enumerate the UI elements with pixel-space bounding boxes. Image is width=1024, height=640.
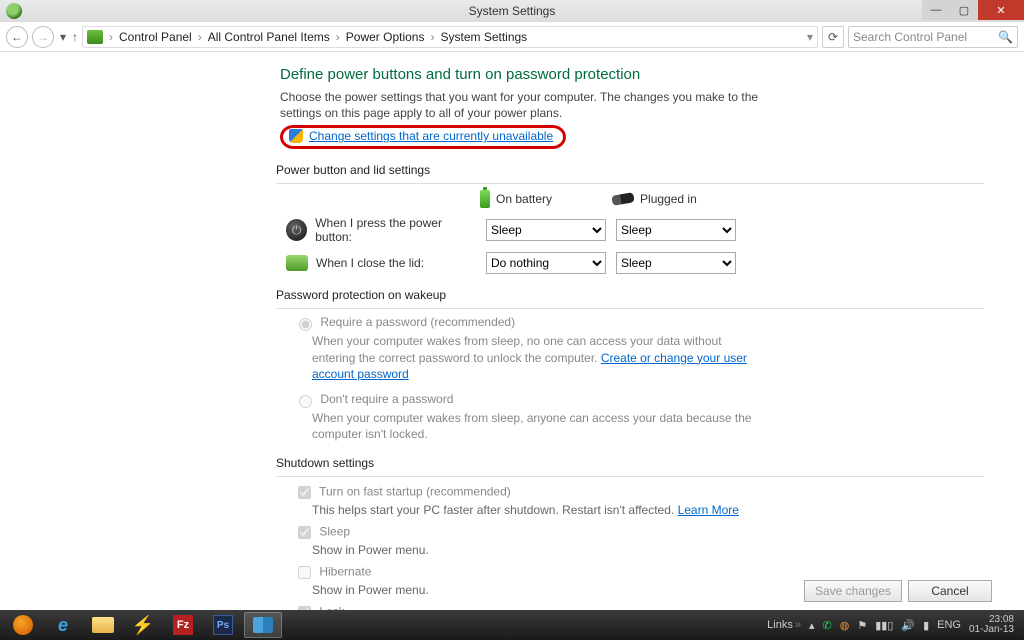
page-description: Choose the power settings that you want … bbox=[280, 89, 760, 121]
app-icon bbox=[6, 3, 22, 19]
search-placeholder: Search Control Panel bbox=[853, 30, 967, 44]
chevron-right-icon: › bbox=[107, 30, 115, 44]
close-lid-battery-select[interactable]: Do nothing bbox=[486, 252, 606, 274]
section-heading-shutdown: Shutdown settings bbox=[276, 456, 984, 470]
power-button-plugged-select[interactable]: Sleep bbox=[616, 219, 736, 241]
learn-more-link[interactable]: Learn More bbox=[678, 503, 739, 517]
history-dropdown-icon[interactable]: ▾ bbox=[58, 30, 68, 44]
radio-label: Don't require a password bbox=[320, 392, 453, 406]
checkbox-fast-startup bbox=[298, 486, 311, 499]
row-power-button: ⏻ When I press the power button: Sleep S… bbox=[286, 216, 984, 244]
checkbox-description: Show in Power menu. bbox=[312, 543, 984, 557]
maximize-button[interactable]: ▢ bbox=[950, 0, 978, 20]
chevron-right-icon: › bbox=[196, 30, 204, 44]
checkbox-description: This helps start your PC faster after sh… bbox=[312, 503, 984, 517]
row-close-lid: When I close the lid: Do nothing Sleep bbox=[286, 252, 984, 274]
window-title: System Settings bbox=[469, 4, 556, 18]
radio-description: When your computer wakes from sleep, any… bbox=[312, 410, 752, 442]
close-lid-plugged-select[interactable]: Sleep bbox=[616, 252, 736, 274]
shield-icon bbox=[289, 129, 303, 143]
divider bbox=[276, 308, 984, 309]
page-content: Define power buttons and turn on passwor… bbox=[0, 52, 1024, 610]
forward-button[interactable]: → bbox=[32, 26, 54, 48]
power-button-battery-select[interactable]: Sleep bbox=[486, 219, 606, 241]
checkbox-label: Sleep bbox=[319, 525, 350, 539]
taskbar-app-explorer[interactable] bbox=[84, 612, 122, 638]
checkbox-hibernate bbox=[298, 566, 311, 579]
section-heading-power: Power button and lid settings bbox=[276, 163, 984, 177]
chevron-right-icon: › bbox=[428, 30, 436, 44]
tray-network-icon[interactable]: ▮▮▯ bbox=[875, 619, 893, 632]
column-header-battery: On battery bbox=[480, 190, 552, 208]
power-icon: ⏻ bbox=[286, 219, 307, 241]
taskbar: e ⚡ Fz Ps Links » ▴ ✆ ◍ ⚑ ▮▮▯ 🔊 ▮ ENG 23… bbox=[0, 610, 1024, 640]
tray-battery-icon[interactable]: ▮ bbox=[923, 619, 929, 632]
back-button[interactable]: ← bbox=[6, 26, 28, 48]
chevron-icon: » bbox=[795, 619, 801, 631]
tray-overflow-icon[interactable]: ▴ bbox=[809, 619, 815, 632]
breadcrumb-item[interactable]: Power Options bbox=[346, 30, 425, 44]
taskbar-app-control-panel[interactable] bbox=[244, 612, 282, 638]
minimize-button[interactable]: — bbox=[922, 0, 950, 20]
close-button[interactable]: ✕ bbox=[978, 0, 1024, 20]
address-bar-row: ← → ▾ ↑ › Control Panel › All Control Pa… bbox=[0, 22, 1024, 52]
cancel-button[interactable]: Cancel bbox=[908, 580, 992, 602]
window-titlebar: System Settings — ▢ ✕ bbox=[0, 0, 1024, 22]
breadcrumb[interactable]: › Control Panel › All Control Panel Item… bbox=[82, 26, 818, 48]
checkbox-sleep bbox=[298, 526, 311, 539]
page-title: Define power buttons and turn on passwor… bbox=[280, 66, 984, 83]
row-label: When I close the lid: bbox=[316, 256, 424, 270]
radio-require-password bbox=[299, 318, 312, 331]
column-header-plugged: Plugged in bbox=[612, 192, 697, 206]
divider bbox=[276, 183, 984, 184]
lid-icon bbox=[286, 255, 308, 271]
checkbox-label: Hibernate bbox=[319, 565, 371, 579]
system-tray: Links » ▴ ✆ ◍ ⚑ ▮▮▯ 🔊 ▮ ENG 23:08 01-Jan… bbox=[767, 615, 1020, 636]
search-icon: 🔍 bbox=[998, 30, 1013, 44]
tray-volume-icon[interactable]: 🔊 bbox=[901, 619, 915, 632]
plug-icon bbox=[611, 193, 634, 207]
chevron-down-icon[interactable]: ▾ bbox=[807, 30, 813, 44]
taskbar-app-ie[interactable]: e bbox=[44, 612, 82, 638]
section-heading-password: Password protection on wakeup bbox=[276, 288, 984, 302]
highlighted-annotation: Change settings that are currently unava… bbox=[280, 125, 566, 149]
tray-clock[interactable]: 23:08 01-Jan-13 bbox=[969, 615, 1014, 636]
breadcrumb-item[interactable]: All Control Panel Items bbox=[208, 30, 330, 44]
taskbar-app-filezilla[interactable]: Fz bbox=[164, 612, 202, 638]
radio-no-password bbox=[299, 395, 312, 408]
checkbox-label: Turn on fast startup (recommended) bbox=[319, 485, 511, 499]
breadcrumb-item[interactable]: Control Panel bbox=[119, 30, 192, 44]
taskbar-app-photoshop[interactable]: Ps bbox=[204, 612, 242, 638]
taskbar-app-winamp[interactable]: ⚡ bbox=[124, 612, 162, 638]
divider bbox=[276, 476, 984, 477]
radio-description: When your computer wakes from sleep, no … bbox=[312, 333, 752, 382]
tray-sync-icon[interactable]: ◍ bbox=[840, 619, 850, 632]
search-input[interactable]: Search Control Panel 🔍 bbox=[848, 26, 1018, 48]
refresh-button[interactable]: ⟳ bbox=[822, 26, 844, 48]
breadcrumb-item[interactable]: System Settings bbox=[440, 30, 527, 44]
save-changes-button[interactable]: Save changes bbox=[804, 580, 902, 602]
radio-label: Require a password (recommended) bbox=[320, 316, 515, 330]
tray-flag-icon[interactable]: ⚑ bbox=[857, 619, 867, 632]
button-bar: Save changes Cancel bbox=[804, 580, 992, 602]
change-unavailable-settings-link[interactable]: Change settings that are currently unava… bbox=[309, 129, 553, 143]
tray-whatsapp-icon[interactable]: ✆ bbox=[822, 619, 831, 632]
links-toolbar[interactable]: Links » bbox=[767, 619, 801, 631]
control-panel-icon bbox=[87, 30, 103, 44]
row-label: When I press the power button: bbox=[315, 216, 476, 244]
tray-language[interactable]: ENG bbox=[937, 619, 961, 631]
taskbar-app-firefox[interactable] bbox=[4, 612, 42, 638]
battery-icon bbox=[480, 190, 490, 208]
chevron-right-icon: › bbox=[334, 30, 342, 44]
up-button[interactable]: ↑ bbox=[72, 30, 78, 44]
